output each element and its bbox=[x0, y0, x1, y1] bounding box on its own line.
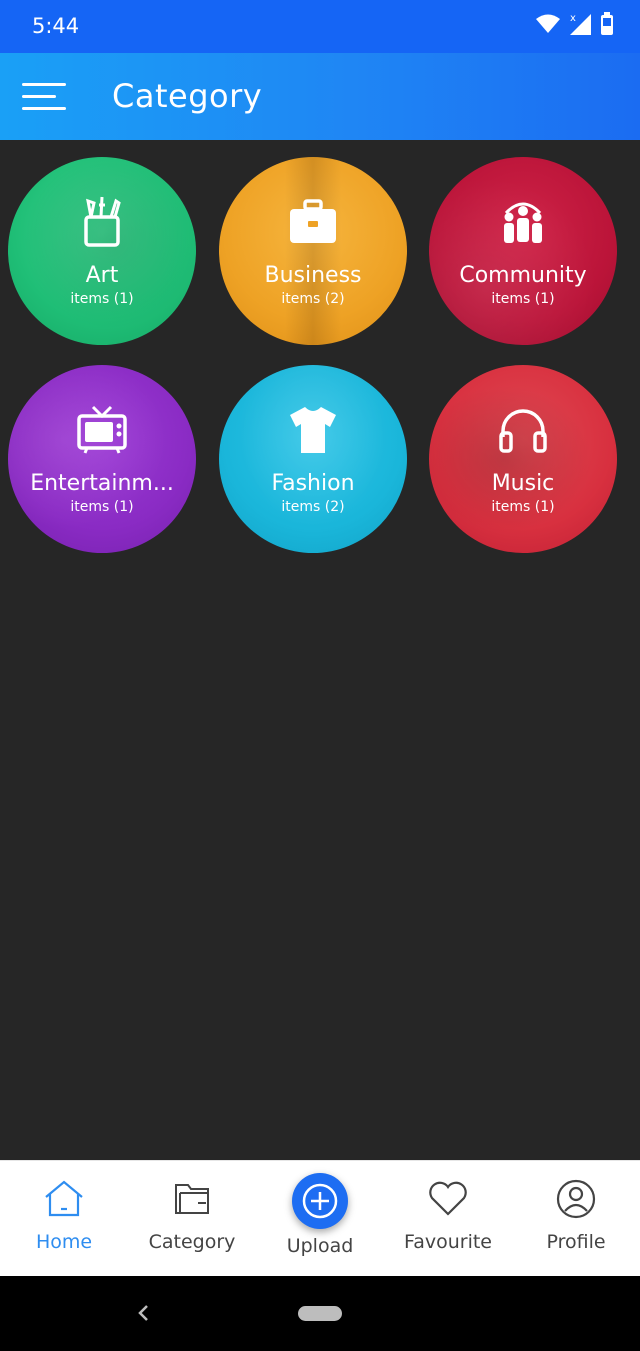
nav-label: Home bbox=[35, 1231, 93, 1253]
nav-favourite[interactable]: Favourite bbox=[384, 1161, 512, 1277]
nav-category[interactable]: Category bbox=[128, 1161, 256, 1277]
system-nav-bar bbox=[0, 1276, 640, 1351]
user-circle-icon bbox=[556, 1179, 596, 1219]
people-group-icon bbox=[504, 202, 542, 243]
nav-home[interactable]: Home bbox=[0, 1161, 128, 1277]
category-music[interactable]: Music items (1) bbox=[429, 365, 617, 553]
category-name: Community bbox=[459, 263, 587, 288]
category-art[interactable]: Art items (1) bbox=[8, 157, 196, 345]
heart-icon bbox=[429, 1181, 467, 1216]
category-name: Music bbox=[491, 471, 555, 496]
category-business[interactable]: Business items (2) bbox=[219, 157, 407, 345]
category-count: items (1) bbox=[491, 291, 555, 307]
category-name: Business bbox=[264, 263, 362, 288]
category-count: items (1) bbox=[70, 499, 134, 515]
system-icons: x bbox=[536, 12, 614, 36]
upload-button[interactable] bbox=[292, 1173, 348, 1229]
category-count: items (1) bbox=[70, 291, 134, 307]
briefcase-icon bbox=[290, 199, 336, 243]
category-entertainment[interactable]: Entertainm... items (1) bbox=[8, 365, 196, 553]
menu-icon[interactable] bbox=[22, 81, 66, 113]
bottom-nav: Home Category Upload Favourite Profile bbox=[0, 1160, 640, 1276]
nav-label: Upload bbox=[286, 1235, 354, 1257]
back-icon[interactable] bbox=[136, 1302, 150, 1324]
cell-signal-icon: x bbox=[570, 13, 591, 35]
category-count: items (2) bbox=[281, 499, 345, 515]
nav-upload[interactable]: Upload bbox=[256, 1161, 384, 1277]
nav-label: Category bbox=[148, 1231, 236, 1253]
folder-icon bbox=[175, 1184, 209, 1214]
category-name: Entertainm... bbox=[30, 471, 174, 496]
tv-icon bbox=[77, 405, 127, 454]
headphones-icon bbox=[499, 409, 547, 453]
page-title: Category bbox=[112, 77, 263, 115]
plus-circle-icon bbox=[302, 1183, 338, 1219]
battery-icon bbox=[601, 12, 613, 35]
wifi-icon bbox=[536, 14, 560, 33]
category-count: items (1) bbox=[491, 499, 555, 515]
status-time: 5:44 bbox=[32, 14, 80, 38]
nav-label: Profile bbox=[546, 1231, 606, 1253]
category-community[interactable]: Community items (1) bbox=[429, 157, 617, 345]
app-bar: Category bbox=[0, 53, 640, 140]
home-icon bbox=[45, 1180, 83, 1217]
tshirt-icon bbox=[290, 407, 336, 453]
category-fashion[interactable]: Fashion items (2) bbox=[219, 365, 407, 553]
svg-text:x: x bbox=[570, 13, 576, 24]
nav-profile[interactable]: Profile bbox=[512, 1161, 640, 1277]
art-supplies-icon bbox=[84, 196, 121, 247]
status-bar: 5:44 x bbox=[0, 0, 640, 53]
category-name: Art bbox=[85, 263, 119, 288]
nav-label: Favourite bbox=[404, 1231, 492, 1253]
category-count: items (2) bbox=[281, 291, 345, 307]
category-name: Fashion bbox=[271, 471, 355, 496]
home-gesture-pill[interactable] bbox=[298, 1306, 342, 1321]
